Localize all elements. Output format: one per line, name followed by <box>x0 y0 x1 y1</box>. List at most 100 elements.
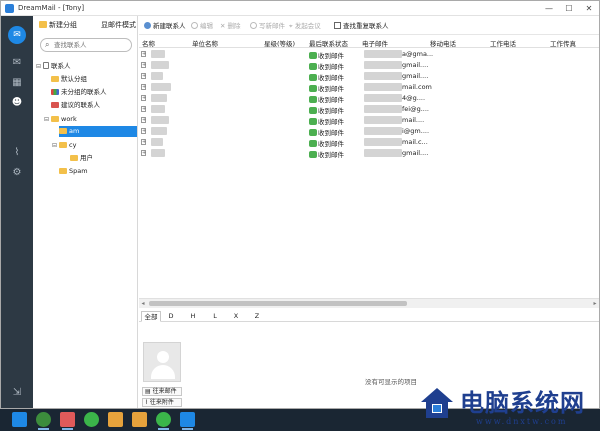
received-mail-icon <box>309 52 317 59</box>
compose-icon[interactable]: ✉ <box>8 26 26 44</box>
tree-node-label: 未分组的联系人 <box>61 88 107 96</box>
related-attachments-button[interactable]: ⌇ 往来附件 <box>142 398 182 407</box>
table-row[interactable]: + 收到邮件 a@gma... <box>139 49 599 60</box>
table-row[interactable]: + 收到邮件 mail.com <box>139 82 599 93</box>
collapse-icon[interactable]: ⊟ <box>36 61 43 72</box>
col-company[interactable]: 单位名称 <box>192 38 218 48</box>
browser-icon[interactable] <box>36 412 51 430</box>
redacted-email <box>364 149 402 157</box>
write-mail-button[interactable]: 写新邮件 <box>250 20 285 30</box>
redacted-email <box>364 50 402 58</box>
redacted-name <box>151 127 167 135</box>
tree-node-default-group[interactable]: 默认分组 <box>51 74 87 85</box>
col-name[interactable]: 名称 <box>142 38 155 48</box>
tree-node-spam[interactable]: Spam <box>59 166 88 177</box>
row-handle-icon: + <box>141 62 147 68</box>
start-meeting-button[interactable]: ⌖ 发起会议 <box>289 20 321 31</box>
explorer-icon[interactable] <box>132 412 147 427</box>
mail-icon[interactable]: ✉ <box>10 56 24 70</box>
scroll-left-icon[interactable]: ◂ <box>139 299 147 308</box>
tree-node-work[interactable]: ⊟ work <box>44 114 77 125</box>
settings-icon[interactable]: ⚙ <box>10 166 24 180</box>
tab-all[interactable]: 全部 <box>141 311 161 322</box>
folder-icon[interactable] <box>108 412 123 427</box>
contacts-table-header: 名称 单位名称 星级(等级) 最后联系状态 电子邮件 移动电话 工作电话 工作传… <box>139 37 599 48</box>
col-email[interactable]: 电子邮件 <box>362 38 388 48</box>
table-row[interactable]: + 收到邮件 gmail.... <box>139 71 599 82</box>
close-button[interactable]: ✕ <box>579 1 599 16</box>
empty-message: 没有可显示的项目 <box>365 378 417 386</box>
add-contact-icon <box>144 22 151 29</box>
col-last-status[interactable]: 最后联系状态 <box>309 38 348 48</box>
collapse-icon[interactable]: ⊟ <box>52 140 59 151</box>
col-work-fax[interactable]: 工作传真 <box>550 38 576 48</box>
row-handle-icon: + <box>141 95 147 101</box>
folder-icon <box>70 155 78 161</box>
title-bar: DreamMail - [Tony] — ☐ ✕ <box>1 1 599 16</box>
table-row[interactable]: + 收到邮件 gmail.... <box>139 148 599 159</box>
edit-button[interactable]: 编辑 <box>191 20 213 30</box>
table-row[interactable]: + 收到邮件 mail.c... <box>139 137 599 148</box>
email-cell: mail.c... <box>402 138 428 146</box>
tab-l[interactable]: L <box>209 311 221 322</box>
tree-node-suggested[interactable]: 建议的联系人 <box>51 100 100 111</box>
watermark-title: 电脑系统网 <box>460 388 585 417</box>
delete-button[interactable]: ✕ 删除 <box>220 20 241 30</box>
col-rating[interactable]: 星级(等级) <box>264 38 295 48</box>
find-duplicates-label: 查找重复联系人 <box>343 22 389 30</box>
exit-icon[interactable]: ⇲ <box>10 386 24 400</box>
table-row[interactable]: + 收到邮件 4@g.... <box>139 93 599 104</box>
app-tag-icon[interactable] <box>60 412 75 430</box>
redacted-name <box>151 83 171 91</box>
calendar-icon[interactable]: ▦ <box>10 76 24 90</box>
horizontal-scrollbar[interactable]: ◂ ▸ <box>139 298 599 308</box>
dreammail-task-icon[interactable] <box>180 412 195 430</box>
start-icon[interactable] <box>12 412 27 427</box>
tree-node-cy[interactable]: ⊟ cy <box>52 140 76 151</box>
row-handle-icon: + <box>141 84 147 90</box>
display-mode-button[interactable]: 显邮件模式 <box>101 20 136 30</box>
tree-node-label: work <box>61 115 77 123</box>
related-mail-button[interactable]: ▤ 往来邮件 <box>142 387 182 396</box>
mail-icon: ▤ <box>145 388 153 395</box>
table-row[interactable]: + 收到邮件 fei@g.... <box>139 104 599 115</box>
tree-node-am[interactable]: am <box>59 126 137 137</box>
maximize-button[interactable]: ☐ <box>559 1 579 16</box>
minimize-button[interactable]: — <box>539 1 559 16</box>
table-row[interactable]: + 收到邮件 gmail.... <box>139 60 599 71</box>
tab-z[interactable]: Z <box>251 311 263 322</box>
write-mail-label: 写新邮件 <box>259 22 285 30</box>
status-text: 收到邮件 <box>318 85 344 93</box>
col-work-phone[interactable]: 工作电话 <box>490 38 516 48</box>
tab-h[interactable]: H <box>187 311 199 322</box>
tree-node-users[interactable]: 用户 <box>70 153 93 164</box>
edit-label: 编辑 <box>200 22 213 30</box>
email-cell: mail.com <box>402 83 432 91</box>
tab-d[interactable]: D <box>165 311 177 322</box>
contacts-icon[interactable]: ☻ <box>10 96 24 110</box>
avatar-head <box>157 351 169 363</box>
start-meeting-label: 发起会议 <box>294 22 321 30</box>
redacted-name <box>151 116 169 124</box>
collapse-icon[interactable]: ⊟ <box>44 114 51 125</box>
tree-node-contacts[interactable]: ⊟ 联系人 <box>36 61 71 72</box>
table-row[interactable]: + 收到邮件 i@gm.... <box>139 126 599 137</box>
contacts-tree-panel: 新建分组 显邮件模式 ⌕ ⊟ 联系人 默认分组 未分组的联系人 建议的联系人 ⊟ w… <box>33 16 138 408</box>
delete-label: 删除 <box>227 22 241 30</box>
attachment-icon[interactable]: ⌇ <box>10 146 24 160</box>
avatar-body <box>151 365 175 379</box>
table-row[interactable]: + 收到邮件 mail.... <box>139 115 599 126</box>
scrollbar-thumb[interactable] <box>149 301 407 306</box>
col-mobile[interactable]: 移动电话 <box>430 38 456 48</box>
find-duplicates-button[interactable]: 查找重复联系人 <box>334 20 389 30</box>
wechat-running-icon[interactable] <box>156 412 171 430</box>
tab-x[interactable]: X <box>230 311 242 322</box>
left-rail: ✉ ✉ ▦ ☻ ⌇ ⚙ ⇲ <box>1 16 33 408</box>
last-status-cell: 收到邮件 <box>309 50 344 60</box>
search-input[interactable] <box>54 40 128 50</box>
wechat-icon[interactable] <box>84 412 99 427</box>
scroll-right-icon[interactable]: ▸ <box>591 299 599 308</box>
new-group-button[interactable]: 新建分组 <box>39 20 77 30</box>
new-contact-button[interactable]: 新建联系人 <box>144 20 186 30</box>
tree-node-ungrouped[interactable]: 未分组的联系人 <box>51 87 107 98</box>
